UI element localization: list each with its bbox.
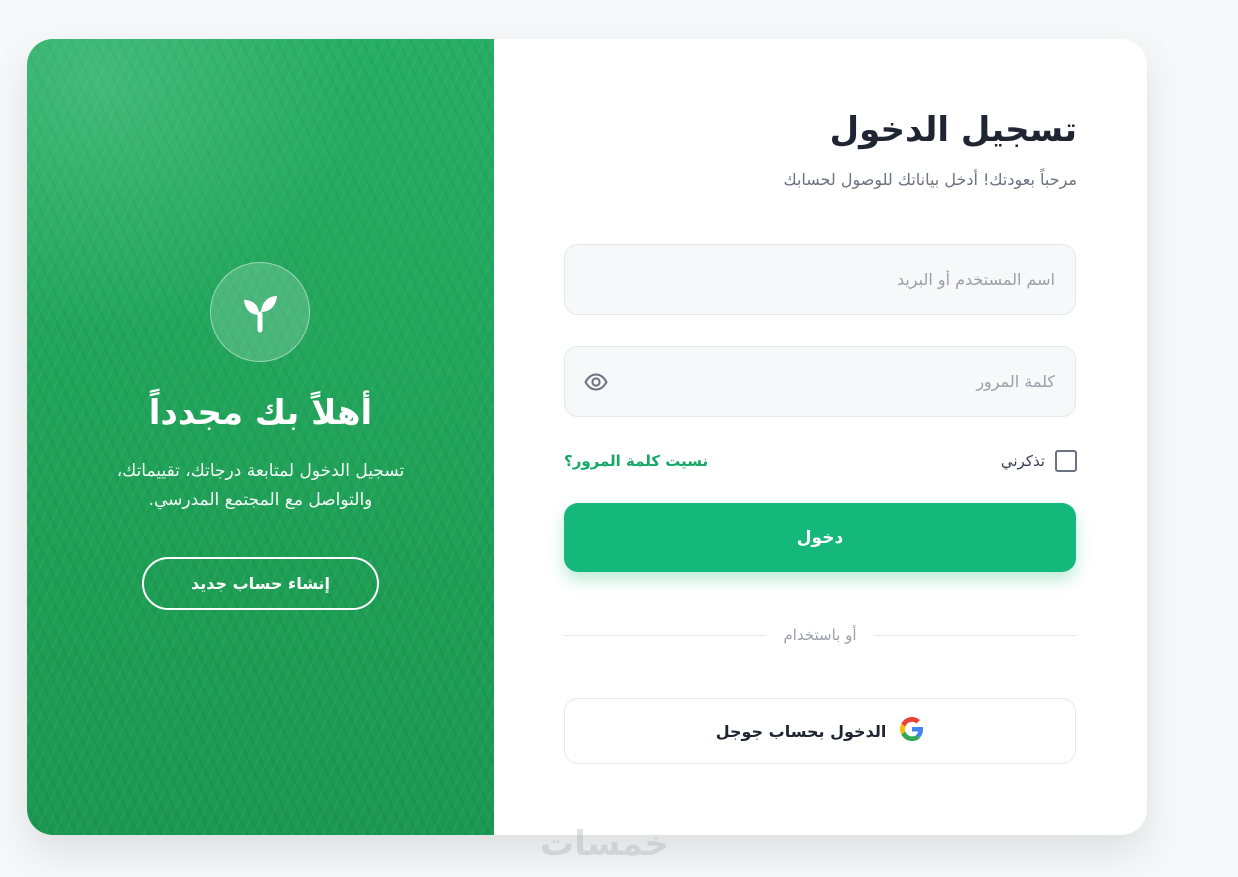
welcome-subtitle: تسجيل الدخول لمتابعة درجاتك، تقييماتك، و… [116,461,405,510]
welcome-panel: أهلاً بك مجدداً تسجيل الدخول لمتابعة درج… [27,39,494,835]
eye-icon[interactable] [583,370,609,394]
divider-text: أو باستخدام [783,626,857,644]
remember-checkbox[interactable] [1055,450,1077,472]
password-input[interactable] [565,347,1075,416]
login-card: أهلاً بك مجدداً تسجيل الدخول لمتابعة درج… [27,39,1147,835]
or-divider: أو باستخدام [564,623,1076,647]
page-title: تسجيل الدخول [829,110,1077,150]
remember-label: تذكرني [1000,452,1045,470]
sprout-icon [210,262,310,362]
google-login-label: الدخول بحساب جوجل [715,721,887,741]
password-field-wrapper [564,346,1076,417]
login-form: تسجيل الدخول مرحباً بعودتك! أدخل بياناتك… [494,39,1147,835]
page-subtitle: مرحباً بعودتك! أدخل بياناتك للوصول لحساب… [783,170,1077,189]
google-icon [900,717,924,745]
divider-line [874,634,1076,636]
remember-me[interactable]: تذكرني [1001,449,1077,473]
create-account-button[interactable]: إنشاء حساب جديد [142,557,379,610]
divider-line [564,634,766,636]
google-login-button[interactable]: الدخول بحساب جوجل [564,698,1076,764]
login-button[interactable]: دخول [564,503,1076,572]
username-input[interactable] [565,245,1075,314]
username-field-wrapper [564,244,1076,315]
forgot-password-link[interactable]: نسيت كلمة المرور؟ [564,449,708,473]
watermark-logo: خمسات [540,824,669,864]
welcome-title: أهلاً بك مجدداً [148,393,373,433]
